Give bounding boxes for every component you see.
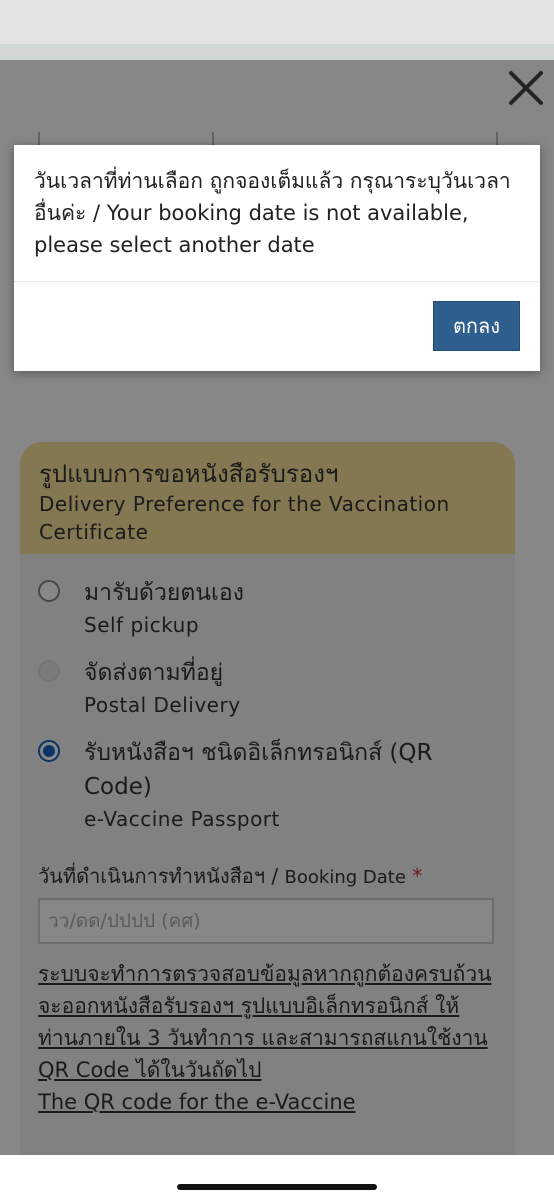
home-indicator xyxy=(177,1184,377,1190)
alert-dialog: วันเวลาที่ท่านเลือก ถูกจองเต็มแล้ว กรุณา… xyxy=(14,145,540,371)
dialog-separator xyxy=(14,281,540,282)
alert-message: วันเวลาที่ท่านเลือก ถูกจองเต็มแล้ว กรุณา… xyxy=(34,169,511,257)
bottom-safe-area xyxy=(0,1155,554,1200)
background-page-edge xyxy=(0,44,554,60)
status-strip xyxy=(0,0,554,44)
ok-button[interactable]: ตกลง xyxy=(433,301,520,351)
